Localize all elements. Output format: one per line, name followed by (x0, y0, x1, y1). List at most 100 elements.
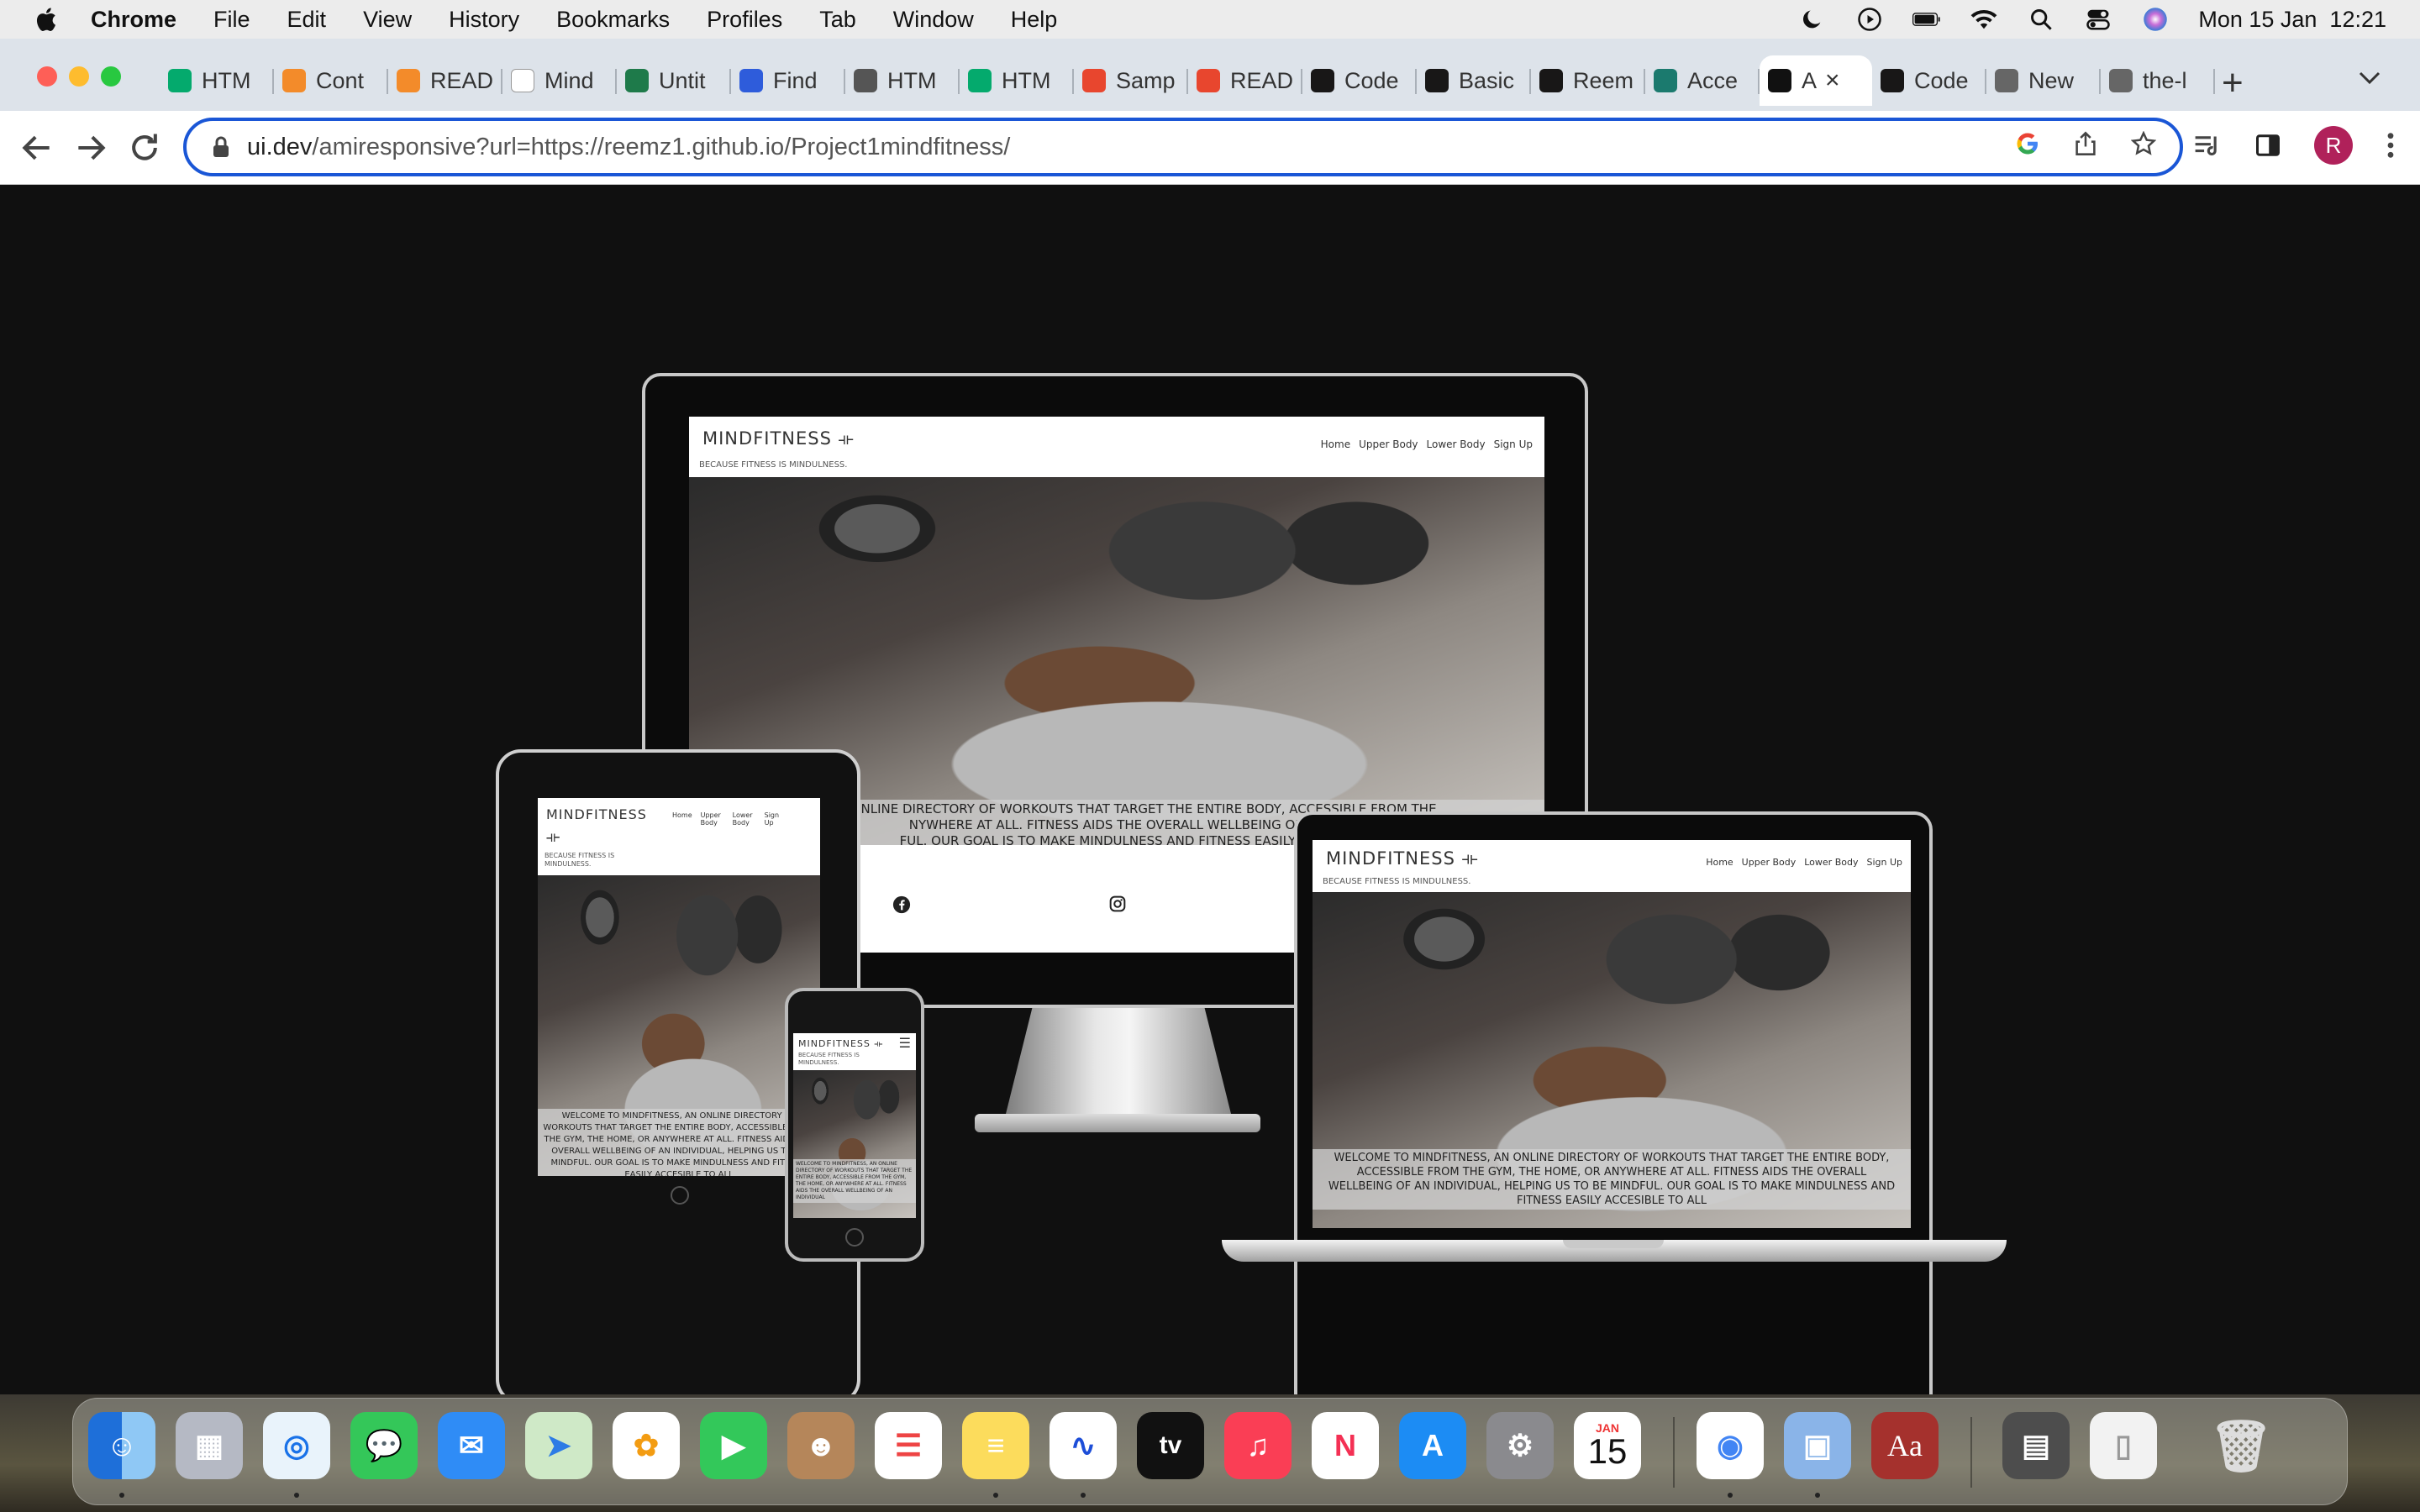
menu-bookmarks[interactable]: Bookmarks (556, 7, 670, 33)
siri-icon[interactable] (2141, 5, 2170, 34)
browser-tab[interactable]: Cont (274, 55, 388, 106)
apple-tv-icon[interactable]: tv (1137, 1412, 1204, 1479)
maps-icon[interactable]: ➤ (525, 1412, 592, 1479)
notes-icon[interactable]: ≡ (962, 1412, 1029, 1479)
photos-icon[interactable]: ✿ (613, 1412, 680, 1479)
hamburger-menu-icon[interactable]: ☰ (899, 1035, 911, 1052)
menu-profiles[interactable]: Profiles (707, 7, 782, 33)
chrome-menu-icon[interactable] (2386, 131, 2395, 160)
apple-menu-icon[interactable] (34, 6, 57, 33)
browser-tab[interactable]: Code (1872, 55, 1986, 106)
browser-tab[interactable]: the-l (2101, 55, 2215, 106)
new-tab-button[interactable]: + (2222, 62, 2244, 104)
browser-tab[interactable]: Code (1302, 55, 1417, 106)
news-icon[interactable]: N (1312, 1412, 1379, 1479)
profile-avatar[interactable]: R (2314, 126, 2353, 165)
launchpad-icon[interactable]: ▦ (176, 1412, 243, 1479)
tablet-nav-sign-up[interactable]: Sign Up (765, 811, 781, 827)
menu-window[interactable]: Window (893, 7, 974, 33)
menu-clock[interactable]: Mon 15 Jan 12:21 (2198, 7, 2386, 33)
address-bar[interactable]: ui.dev/amiresponsive?url=https://reemz1.… (183, 118, 2183, 176)
lock-icon[interactable] (212, 135, 230, 159)
facetime-icon[interactable]: ▶ (700, 1412, 767, 1479)
reminders-icon[interactable]: ☰ (875, 1412, 942, 1479)
freeform-icon[interactable]: ∿ (1050, 1412, 1117, 1479)
browser-tab[interactable]: Untit (617, 55, 731, 106)
menu-app-name[interactable]: Chrome (91, 7, 176, 33)
browser-tab[interactable]: Find (731, 55, 845, 106)
nav-upper-body[interactable]: Upper Body (1359, 438, 1418, 450)
facebook-icon[interactable] (892, 895, 911, 914)
music-icon[interactable]: ♫ (1224, 1412, 1292, 1479)
tablet-nav-upper-body[interactable]: Upper Body (701, 811, 724, 827)
reading-list-icon[interactable] (2193, 133, 2222, 158)
messages-icon[interactable]: 💬 (350, 1412, 418, 1479)
google-lens-icon[interactable] (2015, 131, 2040, 156)
address-url[interactable]: ui.dev/amiresponsive?url=https://reemz1.… (247, 134, 1010, 161)
laptop-nav-sign-up[interactable]: Sign Up (1866, 857, 1902, 868)
tab-search-chevron-icon[interactable] (2358, 64, 2381, 92)
system-settings-icon[interactable]: ⚙ (1486, 1412, 1554, 1479)
app-store-icon[interactable]: A (1399, 1412, 1466, 1479)
browser-tab[interactable]: Reem (1531, 55, 1645, 106)
menu-tab[interactable]: Tab (819, 7, 856, 33)
finder-icon[interactable]: ☺ (88, 1412, 155, 1479)
browser-tab[interactable]: HTM (960, 55, 1074, 106)
wifi-icon[interactable] (1970, 5, 1998, 34)
downloads-stack-icon[interactable]: ▤ (2002, 1412, 2070, 1479)
browser-tab[interactable]: Mind (502, 55, 617, 106)
battery-icon[interactable] (1912, 5, 1941, 34)
browser-tab[interactable]: Samp (1074, 55, 1188, 106)
safari-icon[interactable]: ◎ (263, 1412, 330, 1479)
mail-icon[interactable]: ✉ (438, 1412, 505, 1479)
tab-label: Code (1914, 67, 1969, 93)
menu-history[interactable]: History (449, 7, 519, 33)
now-playing-icon[interactable] (1855, 5, 1884, 34)
close-tab-icon[interactable]: × (1825, 66, 1840, 95)
tablet-nav-home[interactable]: Home (672, 811, 692, 827)
laptop-nav-upper-body[interactable]: Upper Body (1742, 857, 1797, 868)
menu-file[interactable]: File (213, 7, 250, 33)
menu-edit[interactable]: Edit (287, 7, 327, 33)
menu-help[interactable]: Help (1011, 7, 1058, 33)
tablet-nav-lower-body[interactable]: Lower Body (733, 811, 756, 827)
tab-label: READ (1230, 67, 1294, 93)
chrome-icon[interactable]: ◉ (1697, 1412, 1764, 1479)
back-arrow-icon[interactable] (18, 129, 55, 166)
close-window-button[interactable] (37, 66, 57, 87)
focus-moon-icon[interactable] (1798, 5, 1827, 34)
control-center-icon[interactable] (2084, 5, 2112, 34)
trash-icon[interactable]: 🗑 (2207, 1412, 2275, 1479)
browser-tab[interactable]: Acce (1645, 55, 1760, 106)
nav-lower-body[interactable]: Lower Body (1427, 438, 1486, 450)
instagram-icon[interactable] (1109, 895, 1126, 912)
reload-icon[interactable] (126, 129, 163, 166)
laptop-nav-home[interactable]: Home (1706, 857, 1733, 868)
browser-tab[interactable]: Basic (1417, 55, 1531, 106)
document-stack-icon[interactable]: ▯ (2090, 1412, 2157, 1479)
minimize-window-button[interactable] (69, 66, 89, 87)
browser-tab[interactable]: New (1986, 55, 2101, 106)
nav-sign-up[interactable]: Sign Up (1494, 438, 1533, 450)
dictionary-icon[interactable]: Aa (1871, 1412, 1939, 1479)
browser-toolbar: ui.dev/amiresponsive?url=https://reemz1.… (0, 111, 2420, 185)
spotlight-search-icon[interactable] (2027, 5, 2055, 34)
laptop-hero-image: WELCOME TO MINDFITNESS, AN ONLINE DIRECT… (1313, 892, 1911, 1228)
side-panel-icon[interactable] (2255, 133, 2281, 158)
document-icon (511, 69, 534, 92)
browser-tab[interactable]: A × (1760, 55, 1872, 106)
calendar-icon[interactable]: JAN 15 (1574, 1412, 1641, 1479)
browser-tab[interactable]: READ (1188, 55, 1302, 106)
contacts-icon[interactable]: ☻ (787, 1412, 855, 1479)
preview-icon[interactable]: ▣ (1784, 1412, 1851, 1479)
laptop-nav-lower-body[interactable]: Lower Body (1804, 857, 1858, 868)
nav-home[interactable]: Home (1321, 438, 1350, 450)
browser-tab[interactable]: HTM (160, 55, 274, 106)
forward-arrow-icon[interactable] (72, 129, 109, 166)
browser-tab[interactable]: HTM (845, 55, 960, 106)
share-icon[interactable] (2074, 131, 2097, 156)
zoom-window-button[interactable] (101, 66, 121, 87)
browser-tab[interactable]: READ (388, 55, 502, 106)
menu-view[interactable]: View (363, 7, 412, 33)
bookmark-star-icon[interactable] (2131, 131, 2156, 156)
